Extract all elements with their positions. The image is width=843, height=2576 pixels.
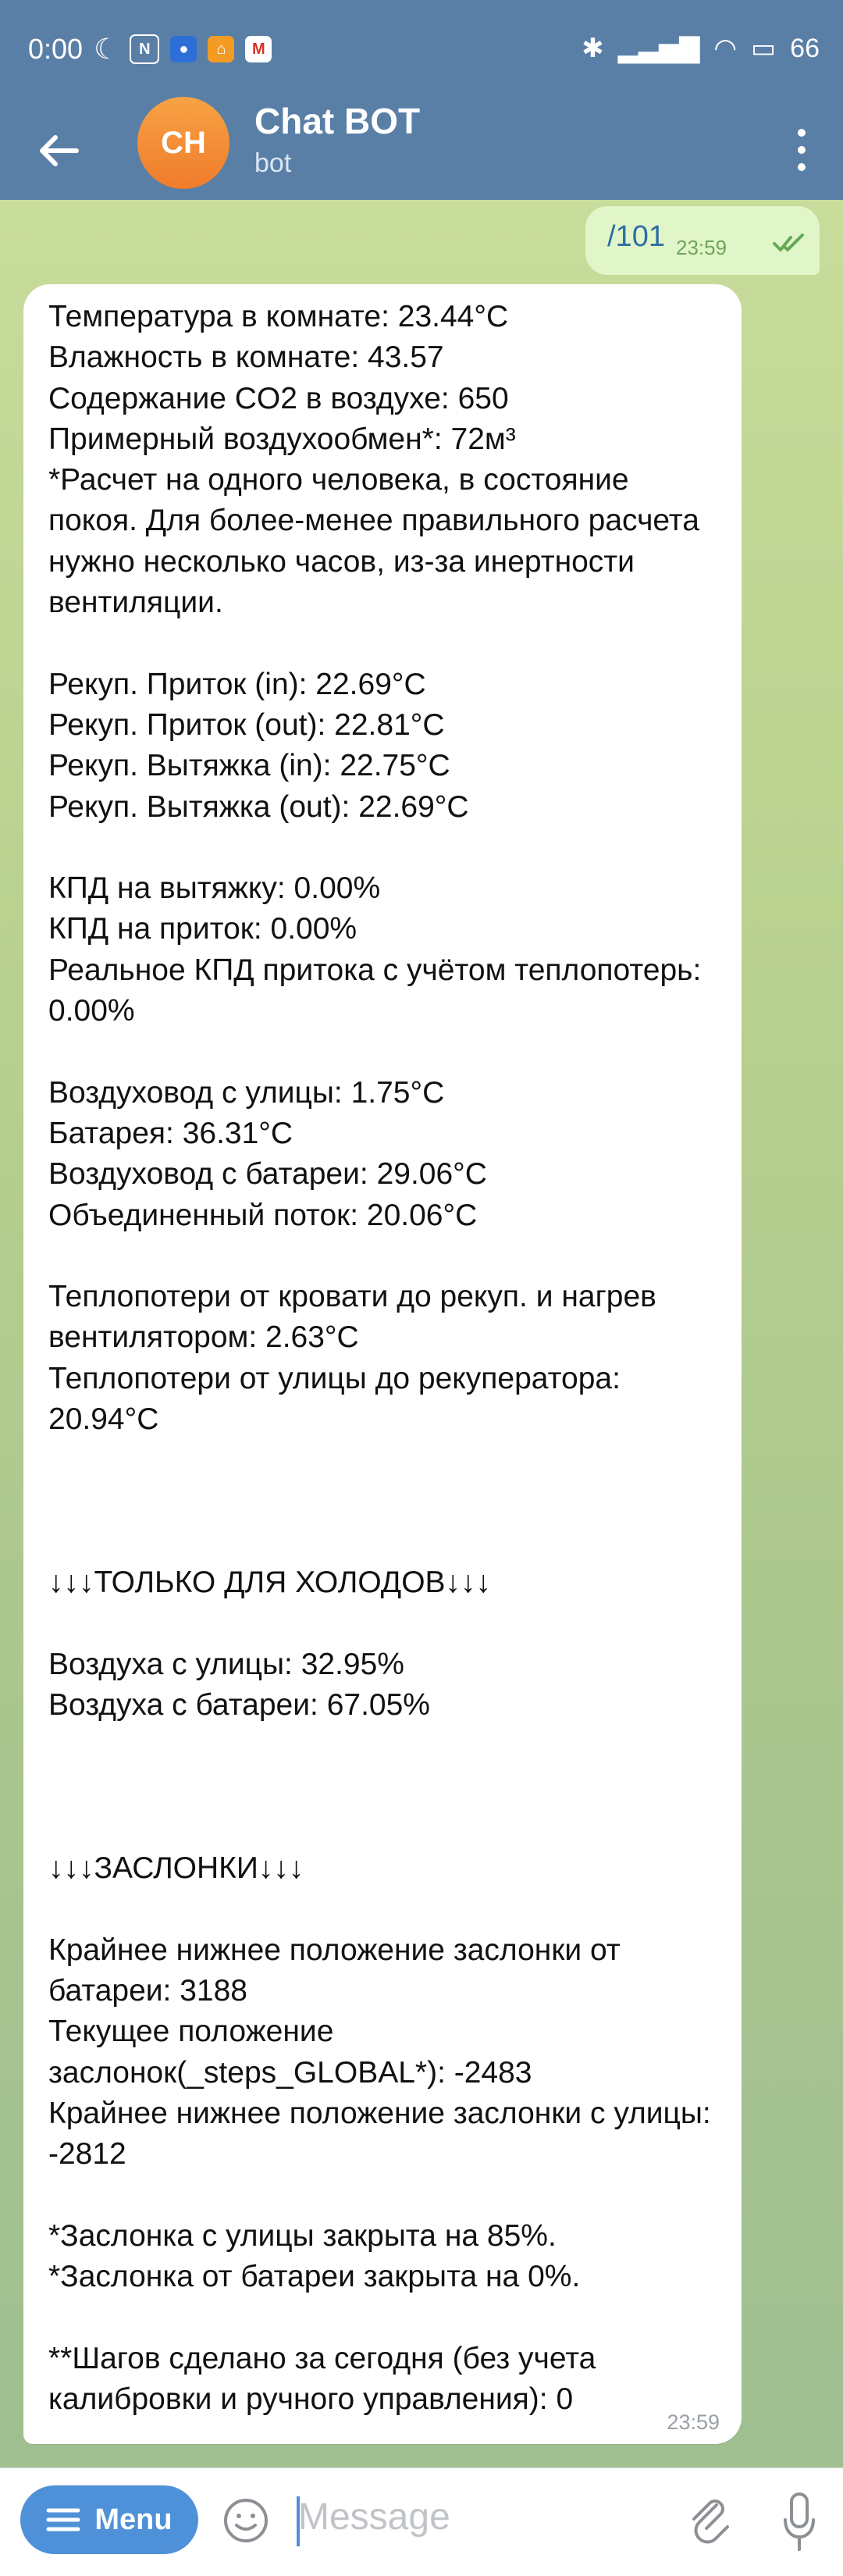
moon-icon: ☾: [94, 33, 119, 65]
back-arrow-icon[interactable]: [34, 131, 81, 170]
wifi-icon: ◠: [713, 34, 738, 63]
status-time: 0:00: [28, 33, 84, 65]
incoming-message-time: 23:59: [667, 2410, 720, 2434]
status-right: ✱ ▂▃▅▇ ◠ ▭ 66: [582, 33, 820, 64]
shopping-app-icon: ⌂: [208, 36, 235, 62]
chat-area: /101 23:59 Температура в комнате: 23.44°…: [0, 200, 843, 2467]
chat-subtitle: bot: [254, 148, 292, 178]
status-bar: 0:00 ☾ N ● ⌂ M ✱ ▂▃▅▇ ◠ ▭ 66: [0, 0, 843, 100]
chat-header: CH Chat BOT bot: [0, 97, 843, 200]
avatar[interactable]: CH: [137, 97, 229, 189]
incoming-message[interactable]: Температура в комнате: 23.44°C Влажность…: [23, 284, 742, 2444]
avatar-initials: CH: [161, 125, 206, 160]
read-checkmarks-icon: [773, 233, 804, 251]
outgoing-message-text: /101: [607, 220, 665, 253]
more-options-icon[interactable]: [788, 122, 815, 178]
chat-title[interactable]: Chat BOT: [254, 100, 420, 142]
incoming-message-text: Температура в комнате: 23.44°C Влажность…: [48, 300, 711, 2417]
menu-button-label: Menu: [94, 2503, 173, 2536]
gmail-icon: M: [245, 36, 272, 62]
bluetooth-icon: ✱: [582, 34, 604, 63]
attach-icon[interactable]: [687, 2493, 732, 2549]
menu-button[interactable]: Menu: [20, 2485, 198, 2554]
microphone-icon[interactable]: [782, 2492, 816, 2553]
battery-icon: ▭: [751, 34, 777, 63]
outgoing-message-time: 23:59: [676, 236, 727, 259]
messenger-app-icon: ●: [170, 36, 197, 62]
nfc-icon: N: [130, 34, 160, 64]
signal-icon: ▂▃▅▇: [617, 34, 700, 63]
menu-lines-icon: [46, 2508, 80, 2531]
emoji-icon[interactable]: [222, 2496, 270, 2545]
outgoing-message[interactable]: /101 23:59: [585, 206, 820, 275]
message-composer: Menu Message: [0, 2467, 843, 2576]
status-left: 0:00 ☾ N ● ⌂ M: [28, 33, 272, 66]
message-input[interactable]: Message: [298, 2496, 450, 2539]
battery-percent: 66: [790, 33, 820, 63]
